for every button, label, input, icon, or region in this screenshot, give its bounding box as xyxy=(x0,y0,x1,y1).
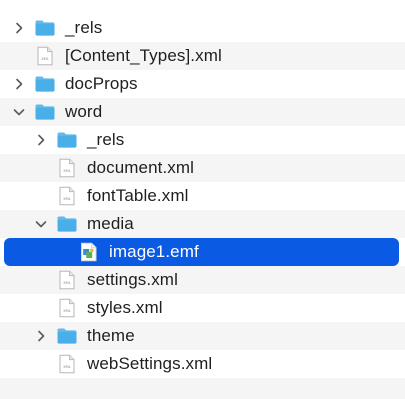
folder-icon xyxy=(34,17,56,39)
folder-row-theme[interactable]: theme xyxy=(0,322,405,350)
folder-row-rels[interactable]: _rels xyxy=(0,14,405,42)
item-label: document.xml xyxy=(87,158,195,177)
file-row-image1-emf[interactable]: image1.emf xyxy=(4,238,399,266)
xml-file-icon: XML xyxy=(56,185,78,207)
folder-icon xyxy=(34,101,56,123)
item-label: docProps xyxy=(65,74,138,93)
svg-text:XML: XML xyxy=(63,169,71,173)
item-label: styles.xml xyxy=(87,298,163,317)
emf-image-file-icon xyxy=(78,241,100,263)
chevron-down-icon[interactable] xyxy=(12,102,26,122)
folder-icon xyxy=(56,325,78,347)
folder-icon xyxy=(56,129,78,151)
item-label: fontTable.xml xyxy=(87,186,189,205)
folder-row-docprops[interactable]: docProps xyxy=(0,70,405,98)
svg-text:XML: XML xyxy=(63,197,71,201)
folder-icon xyxy=(56,213,78,235)
chevron-right-icon[interactable] xyxy=(34,130,48,150)
item-label: media xyxy=(87,214,134,233)
chevron-right-icon[interactable] xyxy=(12,18,26,38)
item-label: theme xyxy=(87,326,135,345)
chevron-right-icon[interactable] xyxy=(12,74,26,94)
file-row-settings-xml[interactable]: XML settings.xml xyxy=(0,266,405,294)
svg-text:XML: XML xyxy=(41,57,49,61)
folder-icon xyxy=(34,73,56,95)
item-label: image1.emf xyxy=(109,242,199,261)
xml-file-icon: XML xyxy=(56,353,78,375)
file-row-styles-xml[interactable]: XML styles.xml xyxy=(0,294,405,322)
empty-row xyxy=(0,378,405,399)
folder-row-media[interactable]: media xyxy=(0,210,405,238)
file-row-websettings-xml[interactable]: XML webSettings.xml xyxy=(0,350,405,378)
item-label: _rels xyxy=(87,130,125,149)
xml-file-icon: XML xyxy=(34,45,56,67)
xml-file-icon: XML xyxy=(56,157,78,179)
item-label: settings.xml xyxy=(87,270,178,289)
file-tree: _rels XML [Content_Types].xml docProps word _… xyxy=(0,0,405,399)
file-row-fonttable-xml[interactable]: XML fontTable.xml xyxy=(0,182,405,210)
item-label: webSettings.xml xyxy=(87,354,213,373)
chevron-right-icon[interactable] xyxy=(34,326,48,346)
svg-text:XML: XML xyxy=(63,309,71,313)
folder-row-word[interactable]: word xyxy=(0,98,405,126)
item-label: _rels xyxy=(65,18,103,37)
svg-text:XML: XML xyxy=(63,281,71,285)
chevron-down-icon[interactable] xyxy=(34,214,48,234)
svg-text:XML: XML xyxy=(63,365,71,369)
xml-file-icon: XML xyxy=(56,297,78,319)
file-row-content-types-xml[interactable]: XML [Content_Types].xml xyxy=(0,42,405,70)
xml-file-icon: XML xyxy=(56,269,78,291)
item-label: [Content_Types].xml xyxy=(65,46,222,65)
file-row-document-xml[interactable]: XML document.xml xyxy=(0,154,405,182)
folder-row-rels[interactable]: _rels xyxy=(0,126,405,154)
item-label: word xyxy=(65,102,103,121)
